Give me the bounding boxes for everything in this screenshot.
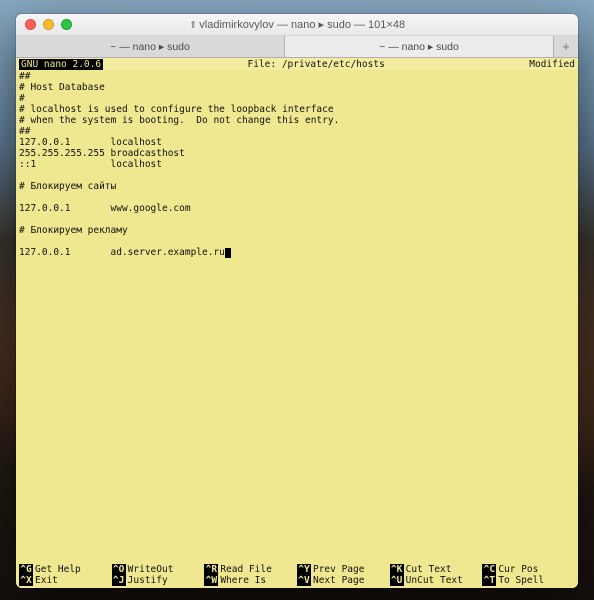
shortcut-key: ^O (112, 564, 126, 575)
shortcut-label: Exit (35, 575, 58, 586)
tab-label: ~ — nano ▸ sudo (110, 41, 190, 53)
window-titlebar[interactable]: ⬆vladimirkovylov — nano ▸ sudo — 101×48 (16, 14, 578, 36)
shortcut-label: Read File (220, 564, 271, 575)
shortcut-label: Cur Pos (498, 564, 538, 575)
shortcut-label: To Spell (498, 575, 544, 586)
proxy-icon: ⬆ (189, 20, 197, 31)
shortcut-label: Justify (128, 575, 168, 586)
shortcut-key: ^R (204, 564, 218, 575)
tab-1[interactable]: ~ — nano ▸ sudo (16, 36, 285, 57)
shortcut-label: Prev Page (313, 564, 364, 575)
terminal-viewport[interactable]: GNU nano 2.0.6 File: /private/etc/hosts … (16, 58, 578, 588)
text-cursor (225, 248, 231, 258)
shortcut-item: ^RRead File (204, 564, 297, 575)
shortcut-item: ^YPrev Page (297, 564, 390, 575)
tab-bar: ~ — nano ▸ sudo ~ — nano ▸ sudo + (16, 36, 578, 58)
nano-modified-flag: Modified (529, 59, 575, 70)
shortcut-label: UnCut Text (406, 575, 463, 586)
shortcut-item: ^JJustify (112, 575, 205, 586)
shortcut-item: ^WWhere Is (204, 575, 297, 586)
window-title: ⬆vladimirkovylov — nano ▸ sudo — 101×48 (16, 18, 578, 31)
shortcut-item: ^CCur Pos (482, 564, 575, 575)
minimize-icon[interactable] (43, 19, 54, 30)
shortcut-item: ^VNext Page (297, 575, 390, 586)
shortcut-key: ^W (204, 575, 218, 586)
shortcut-item: ^UUnCut Text (390, 575, 483, 586)
shortcut-label: WriteOut (128, 564, 174, 575)
shortcut-label: Where Is (220, 575, 266, 586)
new-tab-button[interactable]: + (554, 36, 578, 57)
shortcut-label: Next Page (313, 575, 364, 586)
shortcut-item: ^XExit (19, 575, 112, 586)
nano-filename: File: /private/etc/hosts (103, 59, 529, 70)
shortcut-item: ^GGet Help (19, 564, 112, 575)
nano-header: GNU nano 2.0.6 File: /private/etc/hosts … (16, 58, 578, 70)
tab-label: ~ — nano ▸ sudo (379, 41, 459, 53)
shortcut-key: ^G (19, 564, 33, 575)
shortcut-key: ^C (482, 564, 496, 575)
close-icon[interactable] (25, 19, 36, 30)
nano-version: GNU nano 2.0.6 (19, 59, 103, 70)
shortcut-key: ^K (390, 564, 404, 575)
plus-icon: + (562, 39, 570, 54)
shortcut-key: ^J (112, 575, 126, 586)
shortcut-key: ^V (297, 575, 311, 586)
shortcut-key: ^X (19, 575, 33, 586)
shortcut-label: Cut Text (406, 564, 452, 575)
shortcut-label: Get Help (35, 564, 81, 575)
shortcut-item: ^KCut Text (390, 564, 483, 575)
terminal-window: ⬆vladimirkovylov — nano ▸ sudo — 101×48 … (16, 14, 578, 588)
shortcut-item: ^OWriteOut (112, 564, 205, 575)
zoom-icon[interactable] (61, 19, 72, 30)
shortcut-key: ^U (390, 575, 404, 586)
window-title-text: vladimirkovylov — nano ▸ sudo — 101×48 (199, 19, 405, 31)
tab-2[interactable]: ~ — nano ▸ sudo (285, 36, 554, 57)
nano-editor-body[interactable]: ## # Host Database # # localhost is used… (16, 70, 578, 259)
nano-shortcut-bar: ^GGet Help^OWriteOut^RRead File^YPrev Pa… (16, 564, 578, 588)
shortcut-key: ^Y (297, 564, 311, 575)
shortcut-key: ^T (482, 575, 496, 586)
shortcut-item: ^TTo Spell (482, 575, 575, 586)
window-controls (16, 19, 72, 30)
